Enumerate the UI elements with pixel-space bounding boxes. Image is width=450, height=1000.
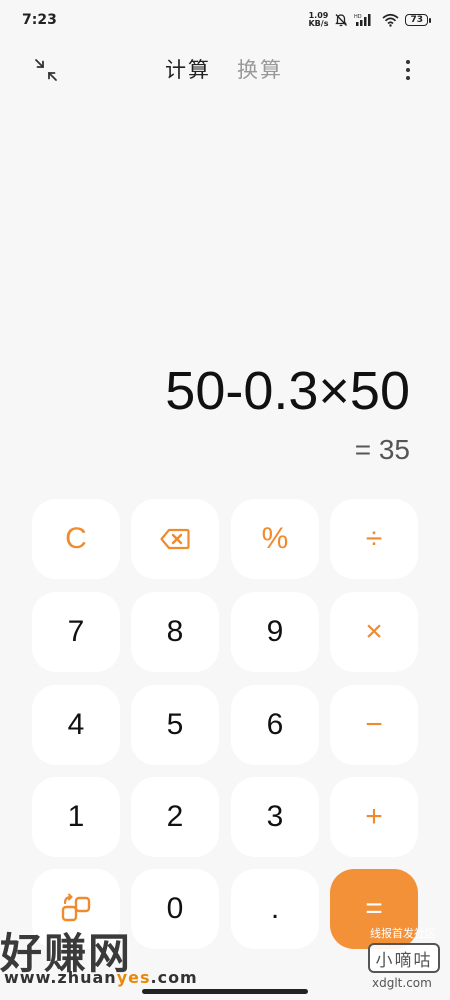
decimal-label: . [270, 892, 280, 925]
mode-tabs: 计算 换算 [165, 54, 283, 84]
digit-5-button[interactable]: 5 [131, 685, 219, 765]
more-options-icon[interactable] [398, 56, 418, 84]
divide-label: ÷ [365, 522, 383, 555]
result-display: = 35 [354, 434, 410, 465]
add-label: + [365, 800, 383, 833]
digit-4-button[interactable]: 4 [32, 685, 120, 765]
digit-6-button[interactable]: 6 [231, 685, 319, 765]
signal-icon: HD [354, 14, 371, 26]
digit-3-label: 3 [266, 800, 284, 833]
watermark-site: xdglt.com [372, 976, 432, 990]
mute-icon [335, 14, 348, 27]
watermark-url-yes: yes [116, 968, 151, 987]
backspace-button[interactable] [131, 499, 219, 579]
wifi-icon [382, 13, 399, 27]
digit-4-label: 4 [67, 708, 85, 741]
subtract-label: − [365, 708, 383, 741]
equals-label: = [365, 892, 383, 925]
digit-8-label: 8 [166, 615, 184, 648]
digit-2-button[interactable]: 2 [131, 777, 219, 857]
digit-2-label: 2 [166, 800, 184, 833]
status-icons: 1.09 KB/s HD 73 [308, 12, 431, 28]
status-time: 7:23 [22, 12, 57, 28]
multiply-button[interactable]: × [330, 592, 418, 672]
digit-9-button[interactable]: 9 [231, 592, 319, 672]
clear-label: C [65, 522, 87, 555]
net-speed-unit: KB/s [308, 19, 329, 28]
digit-0-button[interactable]: 0 [131, 869, 219, 949]
watermark-url: www.zhuanyes.com [4, 968, 198, 987]
digit-8-button[interactable]: 8 [131, 592, 219, 672]
net-speed: 1.09 KB/s [308, 12, 328, 28]
digit-1-button[interactable]: 1 [32, 777, 120, 857]
digit-9-label: 9 [266, 615, 284, 648]
digit-7-label: 7 [67, 615, 85, 648]
decimal-button[interactable]: . [231, 869, 319, 949]
multiply-label: × [365, 615, 383, 648]
percent-button[interactable]: % [231, 499, 319, 579]
backspace-icon [160, 528, 190, 550]
watermark-url-prefix: www.zhuan [4, 968, 117, 987]
tab-convert[interactable]: 换算 [237, 54, 283, 84]
digit-6-label: 6 [266, 708, 284, 741]
watermark-url-suffix: .com [150, 968, 198, 987]
watermark-badge: 小嘀咕 [368, 943, 440, 973]
clear-button[interactable]: C [32, 499, 120, 579]
digit-1-label: 1 [67, 800, 85, 833]
digit-7-button[interactable]: 7 [32, 592, 120, 672]
status-bar: 7:23 1.09 KB/s HD 73 [0, 0, 450, 40]
subtract-button[interactable]: − [330, 685, 418, 765]
expression-display: 50-0.3×50 [165, 361, 410, 421]
divide-button[interactable]: ÷ [330, 499, 418, 579]
add-button[interactable]: + [330, 777, 418, 857]
home-indicator[interactable] [142, 989, 308, 994]
digit-0-label: 0 [166, 892, 184, 925]
tab-calculate[interactable]: 计算 [165, 54, 211, 84]
top-bar: 计算 换算 [0, 48, 450, 92]
digit-5-label: 5 [166, 708, 184, 741]
digit-3-button[interactable]: 3 [231, 777, 319, 857]
svg-text:HD: HD [354, 14, 362, 20]
collapse-icon[interactable] [33, 57, 59, 83]
percent-label: % [261, 522, 289, 555]
watermark-tagline: 线报首发社区 [370, 927, 436, 940]
battery-indicator: 73 [405, 14, 431, 26]
